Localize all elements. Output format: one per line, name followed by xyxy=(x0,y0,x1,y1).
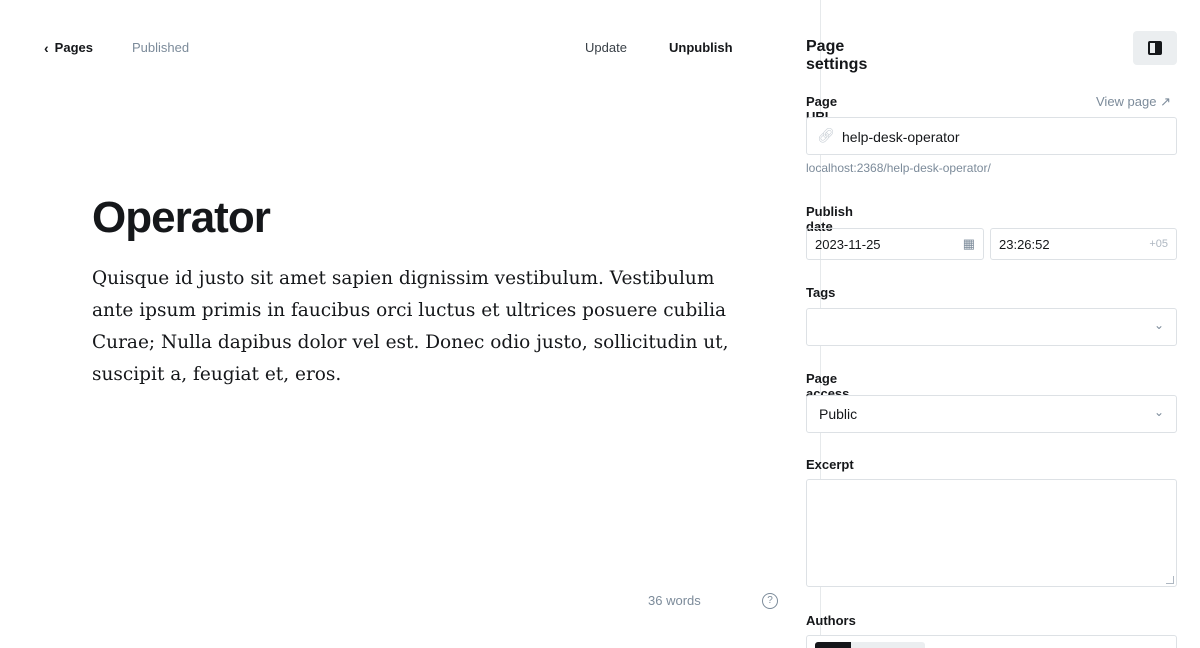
resize-handle-icon[interactable] xyxy=(1166,576,1174,584)
back-to-pages-link[interactable]: ‹ Pages xyxy=(44,40,93,55)
unpublish-button[interactable]: Unpublish xyxy=(669,40,733,55)
tags-select[interactable]: ⌄ xyxy=(806,308,1177,346)
post-body[interactable]: Quisque id justo sit amet sapien digniss… xyxy=(92,263,732,439)
authors-input[interactable] xyxy=(806,635,1177,648)
sidebar-toggle-icon xyxy=(1148,41,1162,55)
sidebar-toggle-button[interactable] xyxy=(1133,31,1177,65)
page-url-input[interactable]: 🔗︎ help-desk-operator xyxy=(806,117,1177,155)
update-button[interactable]: Update xyxy=(585,40,627,55)
editor-topbar: ‹ Pages Published Update Unpublish xyxy=(0,0,820,96)
avatar xyxy=(815,642,851,648)
publish-time-input[interactable]: 23:26:52 +05 xyxy=(990,228,1177,260)
calendar-icon[interactable]: ▦ xyxy=(963,236,975,252)
link-icon: 🔗︎ xyxy=(817,127,835,143)
chevron-left-icon: ‹ xyxy=(44,39,49,56)
chevron-down-icon: ⌄ xyxy=(1153,405,1164,419)
tags-label: Tags xyxy=(806,285,836,300)
settings-sidebar: Page settings Page URL View page ↗ 🔗︎ he… xyxy=(806,0,1200,648)
page-access-select[interactable]: Public ⌄ xyxy=(806,395,1177,433)
page-url-value: help-desk-operator xyxy=(842,129,960,145)
post-title[interactable]: Operator xyxy=(92,192,752,244)
excerpt-label: Excerpt xyxy=(806,457,854,472)
editor-pane: ‹ Pages Published Update Unpublish Opera… xyxy=(0,0,820,648)
excerpt-textarea[interactable] xyxy=(806,479,1177,587)
publish-time-value: 23:26:52 xyxy=(999,237,1050,252)
timezone-label: +05 xyxy=(1149,238,1168,250)
authors-label: Authors xyxy=(806,613,856,628)
view-page-link[interactable]: View page ↗ xyxy=(1096,94,1171,110)
back-link-label: Pages xyxy=(54,40,93,55)
body-paragraph[interactable]: Quisque id justo sit amet sapien digniss… xyxy=(92,263,732,391)
publish-date-input[interactable]: 2023-11-25 ▦ xyxy=(806,228,984,260)
sidebar-title: Page settings xyxy=(806,38,868,73)
post-status: Published xyxy=(132,40,190,55)
page-url-preview: localhost:2368/help-desk-operator/ xyxy=(806,161,991,175)
word-count: 36 words xyxy=(648,593,701,608)
page-access-value: Public xyxy=(819,406,858,422)
chevron-down-icon: ⌄ xyxy=(1153,318,1164,332)
author-chip[interactable] xyxy=(815,642,925,648)
publish-date-value: 2023-11-25 xyxy=(815,237,881,252)
help-icon[interactable]: ? xyxy=(762,593,778,609)
